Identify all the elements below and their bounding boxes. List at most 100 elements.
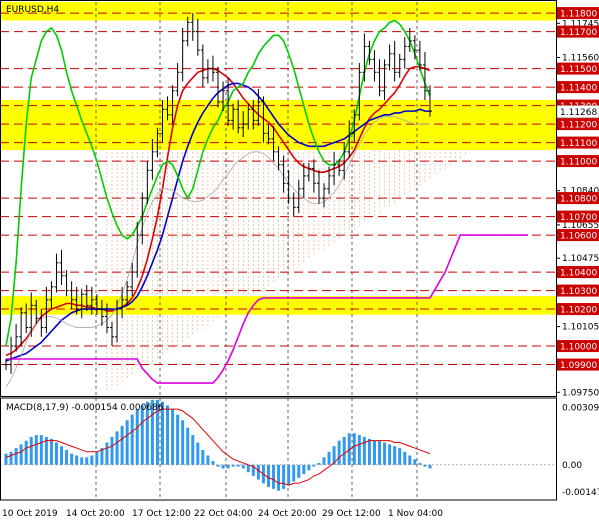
macd-bar: [292, 464, 296, 482]
level-label: 1.11400: [560, 84, 597, 94]
macd-bar: [70, 453, 74, 465]
macd-bar: [4, 453, 8, 465]
macd-bar: [327, 451, 331, 465]
macd-bar: [125, 420, 129, 465]
current-price-label: 1.11268: [560, 108, 597, 118]
macd-tick-label: -0.001475: [562, 488, 599, 498]
macd-bar: [120, 425, 124, 465]
macd-title: MACD(8,17,9) -0.000154 0.000686: [6, 403, 164, 413]
level-label: 1.10300: [560, 287, 597, 297]
macd-bar: [75, 455, 79, 465]
macd-bar: [186, 427, 190, 465]
level-label: 1.10800: [560, 195, 597, 205]
macd-bar: [95, 451, 99, 465]
time-axis-label: 1 Nov 04:00: [388, 509, 443, 519]
macd-bar: [383, 442, 387, 465]
level-label: 1.10000: [560, 343, 597, 353]
macd-bar: [413, 459, 417, 465]
macd-bar: [297, 464, 301, 478]
price-tick-label: 1.10105: [562, 323, 599, 333]
macd-bar: [372, 440, 376, 465]
macd-bar: [85, 457, 89, 465]
price-tick-label: 1.10475: [562, 254, 599, 264]
level-label: 1.10200: [560, 306, 597, 316]
macd-bar: [403, 451, 407, 465]
macd-bar: [54, 442, 58, 465]
macd-bar: [19, 444, 23, 465]
level-label: 1.11700: [560, 28, 597, 38]
macd-bar: [388, 444, 392, 465]
macd-bar: [191, 435, 195, 465]
chart-title: EURUSD,H4: [6, 5, 59, 15]
background: [0, 0, 599, 524]
macd-bar: [135, 409, 139, 465]
highlight-zone: [0, 2, 556, 21]
macd-bar: [110, 436, 114, 465]
macd-bar: [302, 464, 306, 475]
macd-bar: [337, 440, 341, 465]
macd-bar: [29, 436, 33, 465]
macd-bar: [130, 414, 134, 465]
macd-bar: [266, 464, 270, 488]
time-axis-label: 14 Oct 20:00: [66, 509, 125, 519]
macd-tick-label: 0.00: [562, 461, 582, 471]
macd-tick-label: 0.00309: [562, 403, 599, 413]
macd-bar: [171, 409, 175, 465]
macd-bar: [322, 457, 326, 465]
macd-bar: [277, 464, 281, 491]
macd-bar: [342, 436, 346, 465]
macd-bar: [115, 431, 119, 465]
macd-bar: [272, 464, 276, 489]
macd-bar: [226, 464, 230, 469]
time-axis: 10 Oct 2019 14 Oct 20:00 17 Oct 12:00 22 Oc…: [2, 509, 443, 519]
macd-bar: [408, 455, 412, 465]
macd-bar: [34, 435, 38, 465]
macd-bar: [49, 438, 53, 465]
time-axis-label: 29 Oct 12:00: [322, 509, 381, 519]
macd-bar: [201, 449, 205, 465]
eurusd-chart: 1.117451.115601.112681.111951.108401.106…: [0, 0, 599, 524]
level-label: 1.10400: [560, 269, 597, 279]
macd-bar: [60, 446, 64, 465]
macd-bar: [246, 464, 250, 473]
macd-bar: [80, 457, 84, 465]
level-label: 1.11100: [560, 139, 597, 149]
macd-bar: [176, 414, 180, 465]
macd-bar: [140, 405, 144, 465]
level-label: 1.10700: [560, 213, 597, 223]
macd-bar: [24, 440, 28, 465]
level-label: 1.11200: [560, 121, 597, 131]
level-label: 1.11800: [560, 10, 597, 20]
level-label: 1.11500: [560, 65, 597, 75]
time-axis-label: 22 Oct 04:00: [194, 509, 253, 519]
macd-bar: [428, 464, 432, 469]
macd-bar: [211, 461, 215, 465]
macd-bar: [307, 464, 311, 471]
level-label: 1.10600: [560, 232, 597, 242]
time-axis-label: 24 Oct 20:00: [258, 509, 317, 519]
macd-bar: [206, 455, 210, 465]
macd-bar: [241, 464, 245, 469]
price-tick-label: 1.11560: [562, 53, 599, 63]
macd-bar: [39, 435, 43, 465]
macd-bar: [287, 464, 291, 486]
macd-bar: [90, 455, 94, 465]
macd-bar: [398, 448, 402, 465]
macd-bar: [282, 464, 286, 489]
level-label: 1.11000: [560, 158, 597, 168]
macd-bar: [367, 438, 371, 465]
macd-bar: [393, 446, 397, 465]
macd-bar: [9, 451, 13, 465]
macd-bar: [14, 448, 18, 465]
macd-bar: [181, 420, 185, 465]
macd-bar: [378, 440, 382, 465]
price-tick-label: 1.09750: [562, 388, 599, 398]
macd-bar: [352, 433, 356, 465]
macd-bar: [357, 435, 361, 465]
macd-bar: [105, 442, 109, 465]
macd-bar: [166, 405, 170, 465]
macd-bar: [65, 449, 69, 465]
level-label: 1.09900: [560, 361, 597, 371]
time-axis-label: 17 Oct 12:00: [132, 509, 191, 519]
macd-bar: [196, 442, 200, 465]
